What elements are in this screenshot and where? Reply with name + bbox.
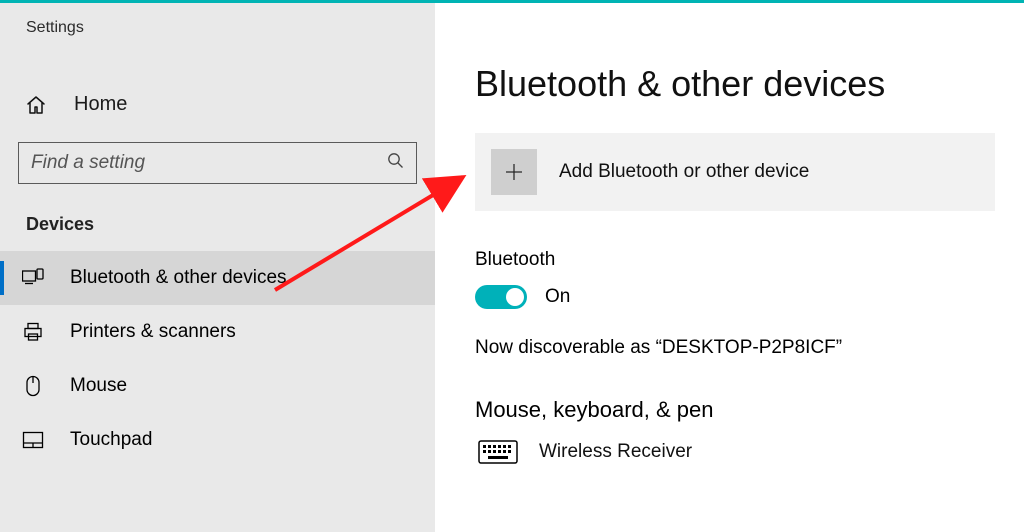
device-name: Wireless Receiver [539, 441, 692, 463]
add-device-label: Add Bluetooth or other device [559, 161, 809, 183]
search-icon [387, 152, 404, 174]
search-input[interactable] [31, 152, 387, 174]
sidebar-nav: Bluetooth & other devices Printers & sca… [0, 251, 435, 467]
app-title: Settings [0, 3, 435, 37]
sidebar-item-printers[interactable]: Printers & scanners [0, 305, 435, 359]
content-pane: Bluetooth & other devices Add Bluetooth … [435, 3, 1024, 532]
sidebar-item-mouse[interactable]: Mouse [0, 359, 435, 413]
sidebar-item-label: Bluetooth & other devices [70, 267, 287, 289]
touchpad-icon [22, 429, 44, 451]
sidebar: Settings Home Devices Bluetooth & other … [0, 3, 435, 532]
keyboard-icon [475, 437, 521, 467]
bluetooth-header: Bluetooth [475, 249, 984, 271]
sidebar-item-bluetooth[interactable]: Bluetooth & other devices [0, 251, 435, 305]
search-box[interactable] [18, 142, 417, 184]
add-device-button[interactable]: Add Bluetooth or other device [475, 133, 995, 211]
devices-icon [22, 267, 44, 289]
discoverable-text: Now discoverable as “DESKTOP-P2P8ICF” [475, 337, 984, 359]
printer-icon [22, 321, 44, 343]
plus-icon [491, 149, 537, 195]
nav-home[interactable]: Home [0, 75, 435, 134]
sidebar-item-label: Printers & scanners [70, 321, 236, 343]
mouse-icon [22, 375, 44, 397]
bluetooth-toggle[interactable] [475, 285, 527, 309]
device-group-header: Mouse, keyboard, & pen [475, 397, 984, 423]
sidebar-item-label: Touchpad [70, 429, 152, 451]
sidebar-item-label: Mouse [70, 375, 127, 397]
device-item[interactable]: Wireless Receiver [475, 437, 984, 467]
sidebar-item-touchpad[interactable]: Touchpad [0, 413, 435, 467]
sidebar-section-header: Devices [0, 184, 435, 243]
bluetooth-toggle-state: On [545, 286, 570, 308]
nav-home-label: Home [74, 93, 127, 116]
page-title: Bluetooth & other devices [475, 63, 984, 105]
home-icon [26, 95, 46, 115]
bluetooth-toggle-row: On [475, 285, 984, 309]
